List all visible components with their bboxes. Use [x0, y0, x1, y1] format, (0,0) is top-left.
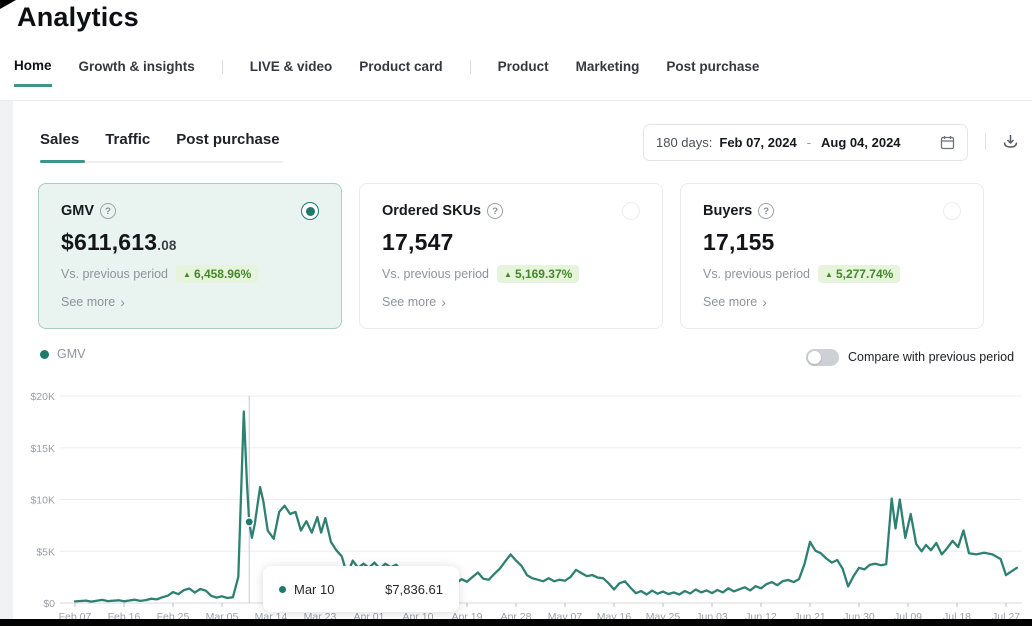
video-artifact-bottom-bar: [0, 619, 1032, 626]
hover-point-marker: [245, 518, 253, 526]
chart-tooltip: Mar 10 $7,836.61: [263, 566, 459, 612]
tooltip-series-dot-icon: [279, 586, 286, 593]
gmv-series-line: [75, 412, 1017, 602]
y-axis-label: $10K: [30, 495, 55, 507]
tooltip-value: $7,836.61: [385, 582, 443, 597]
y-axis-label: $20K: [30, 391, 55, 403]
tooltip-date: Mar 10: [294, 582, 334, 597]
analytics-page: Analytics HomeGrowth & insightsLIVE & vi…: [0, 0, 1032, 626]
y-axis-label: $15K: [30, 443, 55, 455]
y-axis-label: $0: [43, 598, 55, 610]
y-axis-label: $5K: [36, 546, 55, 558]
gmv-line-chart[interactable]: $0$5K$10K$15K$20KFeb 07Feb 16Feb 25Mar 0…: [0, 0, 1032, 626]
